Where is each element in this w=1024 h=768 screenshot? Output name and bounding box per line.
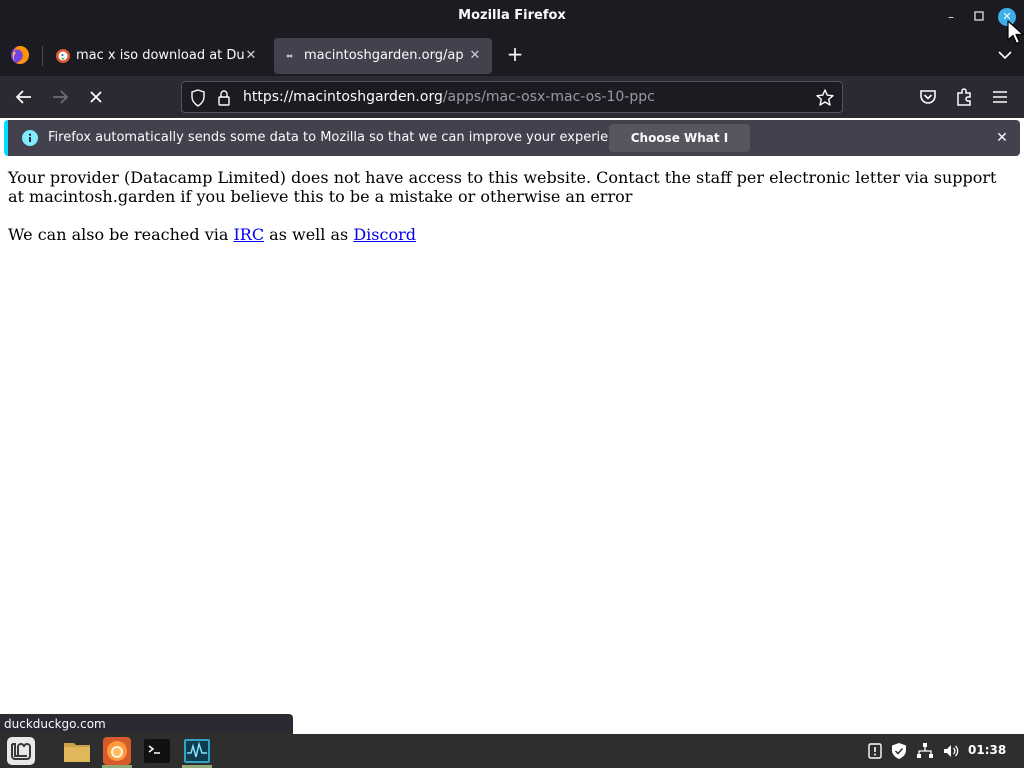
close-notification-icon[interactable]: ✕ [992, 128, 1012, 148]
update-manager-icon[interactable] [866, 742, 884, 760]
irc-link[interactable]: IRC [233, 225, 264, 244]
back-arrow-icon[interactable] [12, 85, 36, 109]
pocket-icon[interactable] [916, 85, 940, 109]
tab-duckduckgo[interactable]: mac x iso download at Duck ✕ [46, 38, 268, 74]
url-path: /apps/mac-osx-mac-os-10-ppc [442, 89, 655, 105]
system-monitor-icon[interactable] [182, 736, 212, 766]
minimize-button[interactable]: – [942, 8, 960, 26]
tab-close-icon[interactable]: ✕ [466, 47, 484, 65]
choose-what-i-share-button[interactable]: Choose What I Share [609, 124, 750, 173]
window-title: Mozilla Firefox [458, 8, 566, 23]
bookmark-star-icon[interactable] [814, 87, 836, 109]
terminal-icon[interactable] [142, 736, 172, 766]
tab-title: macintoshgarden.org/apps/m [304, 48, 464, 63]
extensions-puzzle-icon[interactable] [952, 85, 976, 109]
linux-mint-menu-icon[interactable] [6, 736, 36, 766]
url-text[interactable]: https://macintoshgarden.org/apps/mac-osx… [243, 89, 655, 105]
notification-message: Firefox automatically sends some data to… [48, 130, 636, 145]
address-bar[interactable]: https://macintoshgarden.org/apps/mac-osx… [181, 81, 843, 113]
tab-close-icon[interactable]: ✕ [242, 47, 260, 65]
chevron-down-icon[interactable] [994, 44, 1016, 66]
data-collection-notification: Firefox automatically sends some data to… [4, 120, 1020, 173]
info-icon [22, 130, 38, 146]
lock-icon[interactable] [216, 89, 232, 107]
access-denied-message: Your provider (Datacamp Limited) does no… [8, 168, 997, 206]
hamburger-menu-icon[interactable] [988, 85, 1012, 109]
duckduckgo-icon [56, 49, 70, 63]
taskbar: 01:38 [0, 734, 1024, 768]
url-host: https://macintoshgarden.org [243, 89, 443, 105]
status-bar-url: duckduckgo.com [0, 714, 293, 735]
firefox-view-icon[interactable] [10, 45, 30, 65]
new-tab-button[interactable]: + [503, 43, 527, 67]
forward-arrow-icon[interactable] [48, 85, 72, 109]
discord-link[interactable]: Discord [353, 225, 416, 244]
window-titlebar: Mozilla Firefox – ✕ [0, 0, 1024, 34]
taskbar-clock[interactable]: 01:38 [968, 743, 1006, 757]
maximize-button[interactable] [970, 8, 988, 26]
volume-icon[interactable] [942, 742, 960, 760]
mouse-pointer-icon [1007, 20, 1024, 45]
files-folder-icon[interactable] [62, 736, 92, 766]
tab-separator [42, 46, 43, 66]
page-content: Your provider (Datacamp Limited) does no… [0, 160, 1024, 734]
firefox-taskbar-icon[interactable] [102, 736, 132, 766]
contact-text-middle: as well as [264, 225, 354, 244]
stop-icon[interactable] [84, 85, 108, 109]
shield-security-icon[interactable] [890, 742, 908, 760]
tab-macintoshgarden[interactable]: macintoshgarden.org/apps/m ✕ [274, 38, 492, 74]
contact-message: We can also be reached via IRC as well a… [8, 225, 1012, 244]
contact-text-before: We can also be reached via [8, 225, 234, 244]
navigation-toolbar: https://macintoshgarden.org/apps/mac-osx… [0, 76, 1024, 118]
tracking-protection-shield-icon[interactable] [190, 89, 206, 107]
network-icon[interactable] [916, 742, 934, 760]
maximize-icon [974, 11, 984, 21]
tab-title: mac x iso download at Duck [76, 48, 244, 63]
tab-strip: mac x iso download at Duck ✕ macintoshga… [0, 34, 1024, 76]
loading-icon [286, 54, 293, 58]
